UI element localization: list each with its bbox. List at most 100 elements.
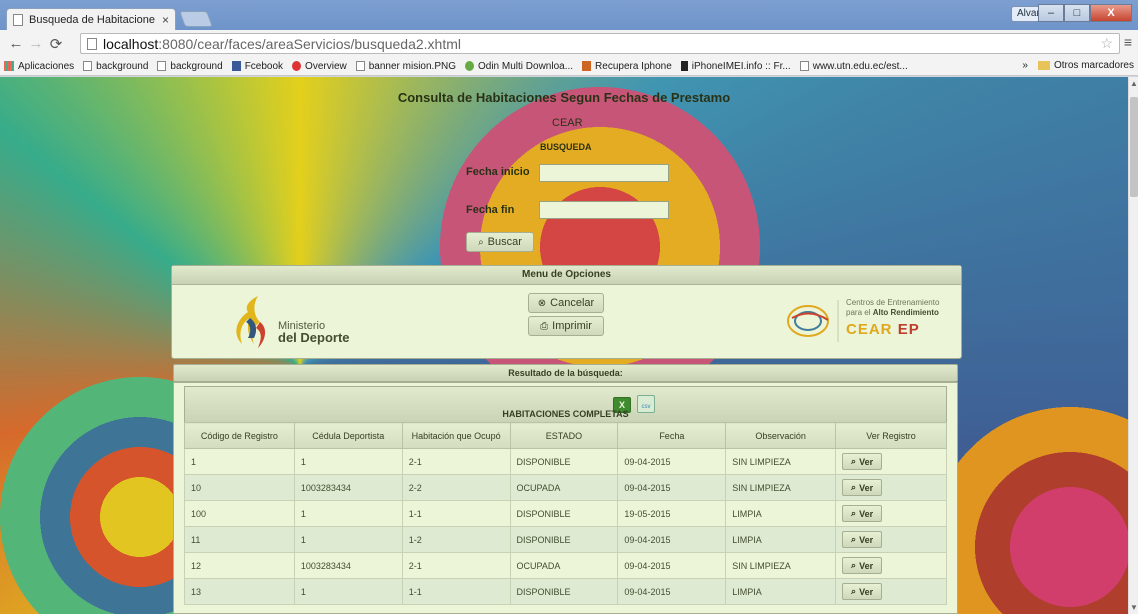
view-record-button[interactable]: ⌕ Ver [842,453,883,470]
column-header[interactable]: Cédula Deportista [293,422,403,449]
cear-tagline-prefix: para el [846,308,871,317]
column-header[interactable]: Código de Registro [184,422,295,449]
cell-observacion: LIMPIA [725,526,837,553]
print-button[interactable]: ⎙ Imprimir [528,316,604,336]
cancel-button[interactable]: ⊗ Cancelar [528,293,604,313]
bookmark-item[interactable]: banner mision.PNG [355,61,456,72]
bookmark-item[interactable]: Overview [292,61,347,72]
close-window-button[interactable]: X [1090,4,1132,22]
cear-brand: CEAR EP [846,321,920,338]
reload-icon[interactable]: ⟳ [46,35,66,53]
cell-fecha: 09-04-2015 [617,578,727,605]
bookmark-item[interactable]: www.utn.edu.ec/est... [799,61,908,72]
ministerio-line2: del Deporte [278,330,350,345]
fecha-inicio-input[interactable] [539,164,669,182]
fecha-fin-input[interactable] [539,201,669,219]
cear-globe-logo [787,300,839,342]
new-tab-button[interactable] [179,11,213,27]
cell-codigo: 13 [184,578,295,605]
bookmark-label: Fcebook [244,60,284,72]
tab-close-icon[interactable]: × [162,13,169,27]
view-record-button[interactable]: ⌕ Ver [842,531,883,548]
column-header[interactable]: Observación [725,422,837,449]
column-header[interactable]: Habitación que Ocupó [401,422,511,449]
view-button-label: Ver [859,482,874,493]
browser-tab[interactable]: Busqueda de Habitacione × [6,8,176,30]
search-icon: ⌕ [851,508,857,518]
page-icon [87,37,97,50]
forward-arrow-icon[interactable]: → [26,35,46,52]
search-icon: ⌕ [851,482,857,492]
view-record-button[interactable]: ⌕ Ver [842,583,883,600]
view-button-label: Ver [859,456,874,467]
other-bookmarks-label: Otros marcadores [1053,60,1134,71]
print-icon: ⎙ [540,320,549,332]
scroll-down-arrow-icon[interactable]: ▼ [1130,603,1138,612]
cell-habitacion: 2-2 [401,474,511,501]
cell-observacion: SIN LIMPIEZA [725,448,837,475]
facebook-icon [231,61,241,71]
browser-toolbar: ← → ⟳ localhost:8080/cear/faces/areaServ… [0,30,1138,57]
column-header[interactable]: Ver Registro [835,422,947,449]
minimize-button[interactable]: – [1038,4,1064,22]
view-record-button[interactable]: ⌕ Ver [842,479,883,496]
cell-observacion: SIN LIMPIEZA [725,474,837,501]
fecha-fin-label: Fecha fin [466,204,515,216]
bookmark-item[interactable]: background [83,61,148,72]
cell-observacion: LIMPIA [725,500,837,527]
view-record-button[interactable]: ⌕ Ver [842,505,883,522]
cell-ver-registro: ⌕ Ver [835,500,947,527]
cell-estado: OCUPADA [509,552,619,579]
page-icon [13,13,23,26]
bookmark-item[interactable]: Odin Multi Downloa... [465,61,573,72]
view-button-label: Ver [859,534,874,545]
bookmark-item[interactable]: Fcebook [231,60,284,72]
cell-cedula: 1003283434 [293,552,403,579]
table-row: 13 1 1-1 DISPONIBLE 09-04-2015 LIMPIA ⌕ Ver [184,578,947,605]
search-icon: ⌕ [478,236,484,248]
search-button[interactable]: ⌕ Buscar [466,232,534,252]
cell-codigo: 12 [184,552,295,579]
overview-icon [292,61,302,71]
cell-fecha: 09-04-2015 [617,448,727,475]
bookmark-label: iPhoneIMEI.info :: Fr... [691,60,791,72]
vertical-scrollbar[interactable]: ▲ ▼ [1128,77,1138,614]
other-bookmarks-folder[interactable]: Otros marcadores [1037,60,1134,71]
cell-ver-registro: ⌕ Ver [835,552,947,579]
cell-observacion: LIMPIA [725,578,837,605]
cell-estado: OCUPADA [509,474,619,501]
cell-cedula: 1 [293,578,403,605]
cell-estado: DISPONIBLE [509,448,619,475]
bookmarks-right: » Otros marcadores [1022,60,1134,71]
recupera-icon [582,61,592,71]
cell-fecha: 09-04-2015 [617,474,727,501]
maximize-button[interactable]: □ [1064,4,1090,22]
cell-habitacion: 1-1 [401,500,511,527]
print-button-label: Imprimir [552,320,592,332]
ministerio-deporte-name: Ministerio del Deporte [278,320,350,345]
view-record-button[interactable]: ⌕ Ver [842,557,883,574]
bookmark-item[interactable]: background [157,60,223,72]
search-section-label: BUSQUEDA [540,142,592,152]
search-icon: ⌕ [851,560,857,570]
bookmarks-overflow-button[interactable]: » [1022,60,1028,71]
view-button-label: Ver [859,508,874,519]
column-header[interactable]: ESTADO [509,422,619,449]
table-row: 100 1 1-1 DISPONIBLE 19-05-2015 LIMPIA ⌕ Ver [184,500,947,527]
bookmark-item[interactable]: iPhoneIMEI.info :: Fr... [680,60,791,72]
scroll-up-arrow-icon[interactable]: ▲ [1130,79,1138,88]
cell-habitacion: 2-1 [401,448,511,475]
cancel-button-label: Cancelar [550,297,595,309]
column-header[interactable]: Fecha [617,422,727,449]
bookmark-item[interactable]: Recupera Iphone [582,61,672,72]
bookmark-star-icon[interactable]: ☆ [1100,35,1113,52]
bookmark-label: background [170,60,223,72]
address-bar[interactable]: localhost:8080/cear/faces/areaServicios/… [80,33,1120,54]
bookmark-item[interactable]: Aplicaciones [4,61,74,72]
browser-menu-icon[interactable]: ≡ [1124,34,1132,50]
scrollbar-thumb[interactable] [1130,97,1138,197]
options-menu-panel: Menu de Opciones Ministerio del Deporte … [171,265,962,359]
bookmark-label: Odin Multi Downloa... [478,60,574,72]
cell-ver-registro: ⌕ Ver [835,578,947,605]
back-arrow-icon[interactable]: ← [6,35,26,52]
